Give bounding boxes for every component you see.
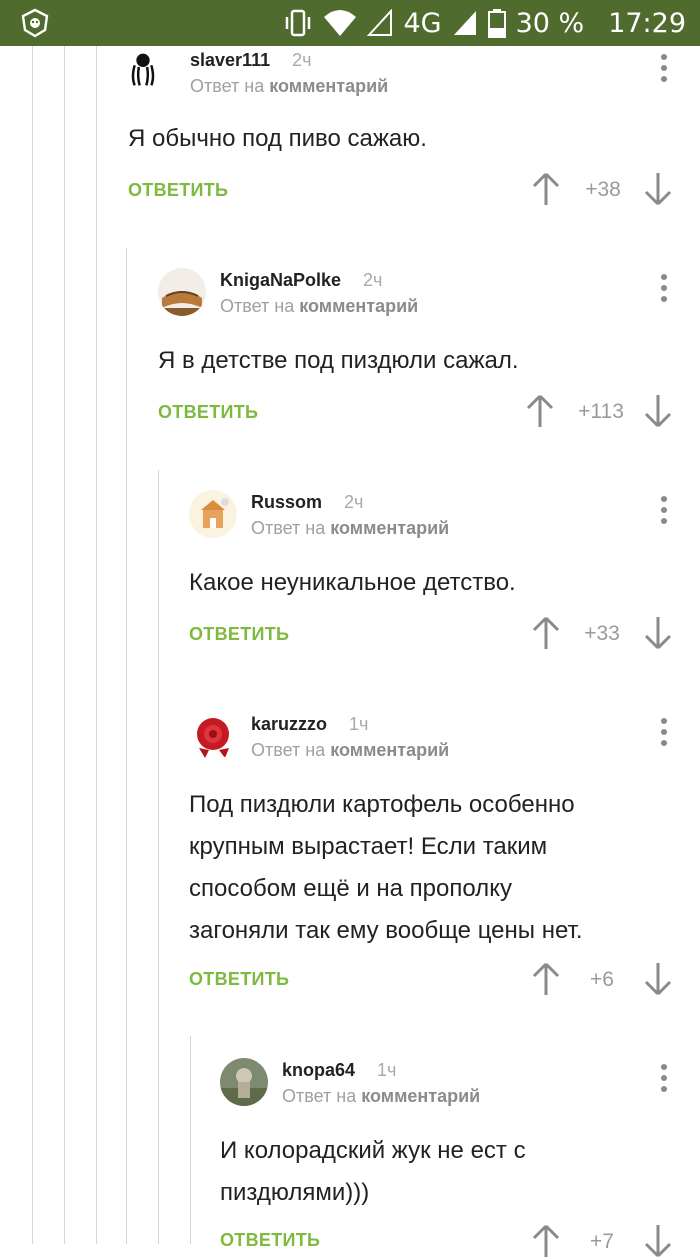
status-bar: 4G 30 % 17:29 (0, 0, 700, 46)
comment-time: 1ч (377, 1060, 397, 1080)
upvote-icon[interactable] (532, 172, 560, 206)
upvote-icon[interactable] (526, 394, 554, 428)
thread-line (32, 46, 33, 1244)
comment-text: Я в детстве под пиздюли сажал. (158, 347, 519, 374)
thread-line (190, 1036, 191, 1244)
wifi-icon (324, 10, 357, 36)
reply-target-link[interactable]: комментарий (299, 296, 418, 316)
reply-to: Ответ на комментарий (190, 76, 389, 96)
reply-target-link[interactable]: комментарий (269, 76, 388, 96)
thread-line (64, 46, 65, 1244)
downvote-icon[interactable] (644, 616, 672, 650)
downvote-icon[interactable] (644, 172, 672, 206)
comment-score: +113 (578, 400, 624, 423)
comment: slaver111 2ч Ответ на комментарий Я обычн… (128, 48, 700, 238)
downvote-icon[interactable] (644, 394, 672, 428)
reply-button[interactable]: ОТВЕТИТЬ (220, 1230, 320, 1251)
username[interactable]: karuzzzo 1ч (251, 714, 368, 735)
reply-target-link[interactable]: комментарий (330, 518, 449, 538)
username[interactable]: KnigaNaPolke 2ч (220, 270, 382, 291)
app-logo-icon (21, 8, 49, 38)
reply-button[interactable]: ОТВЕТИТЬ (189, 624, 289, 645)
comment: Russom 2ч Ответ на комментарий Какое неун… (189, 490, 700, 680)
reply-target-link[interactable]: комментарий (361, 1086, 480, 1106)
reply-to: Ответ на комментарий (282, 1086, 481, 1106)
signal-icon (453, 11, 476, 35)
battery-level: 30 % (515, 7, 585, 39)
avatar[interactable] (189, 712, 237, 760)
comment-text: И колорадский жук не ест с пиздюлями))) (220, 1137, 526, 1206)
more-menu-icon[interactable] (660, 54, 668, 84)
reply-button[interactable]: ОТВЕТИТЬ (158, 402, 258, 423)
comment-score: +38 (585, 178, 621, 201)
battery-icon (487, 9, 506, 38)
comment-time: 1ч (349, 714, 369, 734)
comment-time: 2ч (363, 270, 383, 290)
more-menu-icon[interactable] (660, 1064, 668, 1094)
username[interactable]: knopa64 1ч (282, 1060, 396, 1081)
signal-empty-icon (367, 9, 393, 36)
thread-line (158, 470, 159, 1244)
upvote-icon[interactable] (532, 616, 560, 650)
comment-text: Я обычно под пиво сажаю. (128, 125, 427, 152)
reply-button[interactable]: ОТВЕТИТЬ (189, 969, 289, 990)
comment-score: +6 (590, 968, 614, 991)
comment: KnigaNaPolke 2ч Ответ на комментарий Я в … (158, 268, 700, 458)
comment-text: Под пиздюли картофель особенно крупным в… (189, 791, 583, 944)
comment-text: Какое неуникальное детство. (189, 569, 516, 596)
comment-score: +7 (590, 1230, 614, 1253)
avatar[interactable] (220, 1058, 268, 1106)
network-type: 4G (403, 7, 442, 39)
thread-line (96, 46, 97, 1244)
comment-score: +33 (584, 622, 620, 645)
reply-to: Ответ на комментарий (251, 518, 450, 538)
reply-target-link[interactable]: комментарий (330, 740, 449, 760)
comment-time: 2ч (344, 492, 364, 512)
thread-line (126, 248, 127, 1244)
avatar[interactable] (189, 490, 237, 538)
avatar[interactable] (128, 52, 168, 92)
downvote-icon[interactable] (644, 962, 672, 996)
downvote-icon[interactable] (644, 1224, 672, 1258)
comment-time: 2ч (292, 50, 312, 70)
clock: 17:29 (608, 7, 686, 39)
vibrate-icon (286, 9, 311, 37)
upvote-icon[interactable] (532, 962, 560, 996)
username[interactable]: slaver111 2ч (190, 50, 312, 71)
more-menu-icon[interactable] (660, 496, 668, 526)
upvote-icon[interactable] (532, 1224, 560, 1258)
comment: karuzzzo 1ч Ответ на комментарий Под пизд… (189, 712, 700, 1012)
comment: knopa64 1ч Ответ на комментарий И колорад… (220, 1058, 700, 1258)
more-menu-icon[interactable] (660, 718, 668, 748)
reply-to: Ответ на комментарий (220, 296, 419, 316)
reply-button[interactable]: ОТВЕТИТЬ (128, 180, 228, 201)
username[interactable]: Russom 2ч (251, 492, 363, 513)
avatar[interactable] (158, 268, 206, 316)
more-menu-icon[interactable] (660, 274, 668, 304)
reply-to: Ответ на комментарий (251, 740, 450, 760)
